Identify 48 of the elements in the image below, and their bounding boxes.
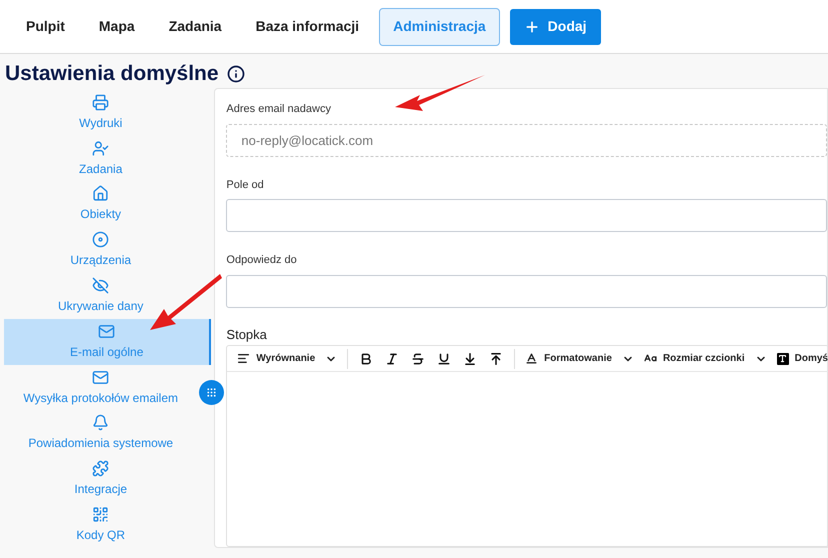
sidebar-item[interactable]: Wysyłka protokołów emailem bbox=[4, 364, 198, 411]
envelope-icon bbox=[92, 368, 110, 386]
sidebar-item[interactable]: Urządzenia bbox=[4, 227, 198, 274]
annotation-arrow bbox=[150, 272, 222, 332]
sidebar-item[interactable]: Kody QR bbox=[4, 502, 198, 548]
field-label: Stopka bbox=[226, 326, 268, 344]
toolbar-dropdown[interactable]: Wyrównanie bbox=[237, 351, 338, 366]
puzzle-icon bbox=[92, 460, 110, 478]
nav-tab[interactable]: Zadania bbox=[154, 8, 236, 46]
house-icon bbox=[92, 185, 110, 202]
disc-icon bbox=[92, 231, 110, 248]
sidebar-item[interactable]: Obiekty bbox=[4, 182, 198, 228]
plus-icon bbox=[524, 18, 540, 34]
underline-button[interactable] bbox=[436, 350, 452, 366]
toolbar-dropdown[interactable]: Rozmiar czcionki bbox=[644, 351, 767, 366]
sidebar-item[interactable]: E-mail ogólne bbox=[4, 318, 212, 365]
nav-tab[interactable]: Baza informacji bbox=[242, 8, 374, 46]
sidebar-item[interactable]: Ukrywanie dany bbox=[4, 273, 198, 319]
toolbar-dropdown[interactable]: Domyś bbox=[776, 351, 828, 366]
field-label: Adres email nadawcy bbox=[226, 102, 332, 117]
nav-tab[interactable]: Pulpit bbox=[12, 8, 79, 46]
info-icon bbox=[226, 65, 245, 83]
eye-off-icon bbox=[92, 277, 110, 294]
input-field[interactable] bbox=[226, 199, 827, 232]
bell-icon bbox=[92, 414, 110, 432]
field-label: Odpowiedz do bbox=[226, 253, 298, 268]
sidebar-item[interactable]: Powiadomienia systemowe bbox=[4, 410, 198, 456]
field-label: Pole od bbox=[226, 178, 265, 192]
nav-tab[interactable]: Mapa bbox=[84, 8, 149, 46]
printer-icon bbox=[92, 94, 110, 111]
sidebar-item[interactable]: Integracje bbox=[4, 456, 198, 502]
align-left-icon bbox=[237, 352, 250, 365]
user-check-icon bbox=[92, 140, 110, 157]
envelope-icon bbox=[98, 322, 116, 340]
page-title: Ustawienia domyślne bbox=[5, 61, 219, 88]
nav-tab[interactable]: Administracja bbox=[379, 8, 500, 46]
rich-text-editor[interactable]: Wyrównanie Formatowanie Rozmiar czcionki Domyś bbox=[226, 345, 828, 547]
strikethrough-button[interactable] bbox=[410, 350, 426, 366]
sidebar-item[interactable]: Wydruki bbox=[4, 90, 198, 136]
qr-code-icon bbox=[92, 506, 110, 524]
text-color-icon bbox=[525, 352, 538, 365]
sidebar-item[interactable]: Zadania bbox=[4, 136, 198, 182]
toolbar-dropdown[interactable]: Formatowanie bbox=[525, 351, 634, 366]
font-icon bbox=[776, 352, 789, 364]
grip-icon bbox=[206, 387, 218, 398]
add-button[interactable]: Dodaj bbox=[510, 8, 601, 44]
drag-handle[interactable] bbox=[199, 380, 224, 405]
input-field[interactable] bbox=[226, 274, 827, 308]
